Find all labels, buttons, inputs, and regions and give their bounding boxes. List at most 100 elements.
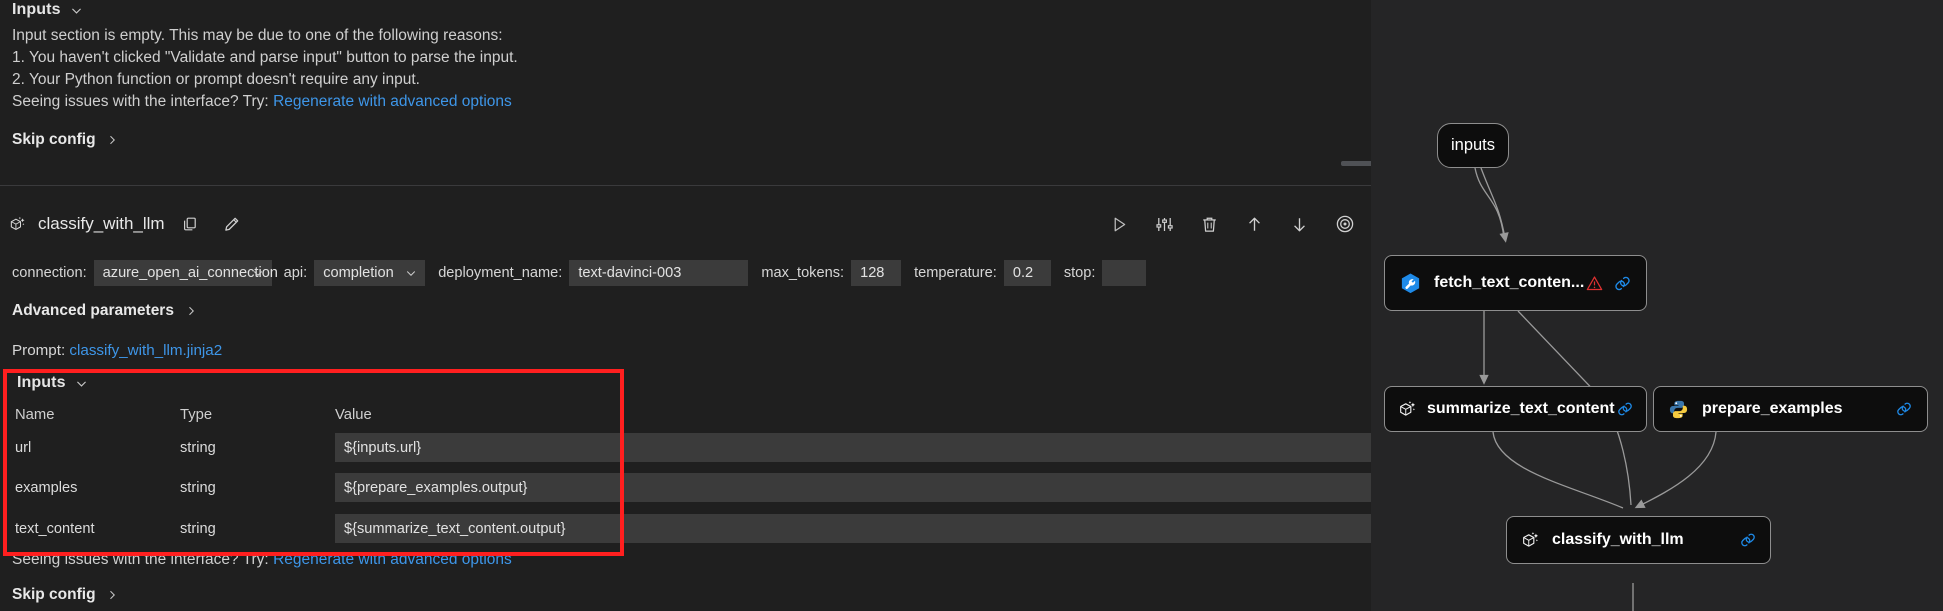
- graph-node-inputs-label: inputs: [1450, 136, 1496, 154]
- api-select-value: completion: [323, 265, 394, 281]
- run-icon[interactable]: [1110, 215, 1129, 234]
- prompt-flow-editor: Inputs Input section is empty. This may …: [0, 0, 1943, 611]
- warning-icon[interactable]: [1586, 275, 1603, 292]
- input-row-type: string: [180, 520, 216, 537]
- bottom-regenerate-advanced-options-link[interactable]: Regenerate with advanced options: [273, 551, 512, 568]
- temperature-value: 0.2: [1012, 265, 1034, 281]
- advanced-parameters-toggle[interactable]: Advanced parameters: [12, 302, 197, 320]
- max-tokens-value: 128: [860, 265, 885, 281]
- node-params-row: connection: azure_open_ai_connection api…: [12, 260, 1147, 286]
- graph-node-fetch-text-content-label: fetch_text_conten...: [1434, 274, 1585, 291]
- node-name-label: classify_with_llm: [38, 214, 165, 233]
- input-row-value-field[interactable]: ${summarize_text_content.output}: [335, 514, 1371, 543]
- graph-node-summarize-text-content-label: summarize_text_content: [1427, 400, 1615, 417]
- node-inputs-title: Inputs: [17, 374, 66, 391]
- deployment-name-input[interactable]: text-davinci-003: [569, 260, 749, 286]
- regenerate-advanced-options-link[interactable]: Regenerate with advanced options: [273, 93, 512, 110]
- llm-node-icon: [8, 215, 27, 234]
- link-icon[interactable]: [1616, 400, 1634, 418]
- prompt-file-link[interactable]: classify_with_llm.jinja2: [69, 342, 222, 359]
- input-row-name: examples: [15, 479, 78, 496]
- graph-node-classify-with-llm-label: classify_with_llm: [1552, 531, 1684, 548]
- chevron-down-icon[interactable]: [75, 377, 88, 390]
- section-divider: [0, 185, 1371, 186]
- arrow-down-icon[interactable]: [1290, 215, 1309, 234]
- input-row-value-container: ${summarize_text_content.output}: [335, 514, 1371, 543]
- inputs-section-header[interactable]: Inputs: [12, 1, 83, 19]
- input-row-name: text_content: [15, 520, 95, 537]
- param-label-max-tokens: max_tokens:: [761, 265, 845, 281]
- table-row: examples string ${prepare_examples.outpu…: [15, 473, 1371, 502]
- param-label-connection: connection:: [12, 265, 87, 281]
- graph-node-prepare-examples-label: prepare_examples: [1702, 400, 1843, 417]
- inputs-empty-line-1: 1. You haven't clicked "Validate and par…: [12, 49, 518, 66]
- horizontal-scrollbar[interactable]: [1341, 161, 1371, 166]
- prompt-row: Prompt: classify_with_llm.jinja2: [12, 342, 222, 359]
- inputs-section-title: Inputs: [12, 1, 61, 18]
- skip-config-bottom-label: Skip config: [12, 586, 96, 603]
- inputs-issues-row: Seeing issues with the interface? Try: R…: [12, 91, 512, 113]
- param-label-stop: stop:: [1063, 265, 1096, 281]
- sliders-icon[interactable]: [1155, 215, 1174, 234]
- trash-icon[interactable]: [1200, 215, 1219, 234]
- chevron-down-icon: [252, 267, 264, 279]
- link-icon[interactable]: [1739, 531, 1757, 549]
- input-row-value-container: ${inputs.url}: [335, 433, 1371, 462]
- issues-prefix-text: Seeing issues with the interface? Try:: [12, 93, 269, 110]
- bottom-issues-row: Seeing issues with the interface? Try: R…: [12, 549, 512, 571]
- chevron-right-icon[interactable]: [106, 134, 118, 146]
- table-row: text_content string ${summarize_text_con…: [15, 514, 1371, 543]
- bottom-issues-prefix: Seeing issues with the interface? Try:: [12, 551, 269, 568]
- stop-input[interactable]: [1102, 260, 1147, 286]
- table-row: url string ${inputs.url}: [15, 433, 1371, 462]
- arrow-up-icon[interactable]: [1245, 215, 1264, 234]
- llm-icon: [1520, 530, 1541, 551]
- chevron-down-icon[interactable]: [70, 4, 83, 17]
- skip-config-top[interactable]: Skip config: [12, 131, 118, 149]
- chevron-down-icon: [405, 267, 417, 279]
- node-inputs-column-headers: Name Type Value: [15, 407, 1355, 423]
- connection-select[interactable]: azure_open_ai_connection: [93, 260, 278, 286]
- input-row-value-field[interactable]: ${inputs.url}: [335, 433, 1371, 462]
- column-header-type: Type: [180, 407, 213, 423]
- flow-graph-panel: inputs fetch_text_conten... summarize_te…: [1371, 0, 1943, 611]
- node-header: classify_with_llm: [0, 208, 1371, 240]
- input-row-name: url: [15, 439, 32, 456]
- prompt-label: Prompt:: [12, 342, 66, 359]
- input-row-type: string: [180, 439, 216, 456]
- node-toolbar: [1110, 214, 1355, 234]
- inputs-empty-line-2: 2. Your Python function or prompt doesn'…: [12, 71, 420, 88]
- node-inputs-header[interactable]: Inputs: [17, 374, 88, 392]
- graph-node-classify-with-llm[interactable]: classify_with_llm: [1506, 516, 1771, 564]
- column-header-name: Name: [15, 407, 55, 423]
- column-header-value: Value: [335, 407, 372, 423]
- input-row-type: string: [180, 479, 216, 496]
- llm-icon: [1397, 399, 1418, 420]
- tool-icon: [1399, 272, 1422, 295]
- link-icon[interactable]: [1895, 400, 1913, 418]
- graph-node-inputs[interactable]: inputs: [1437, 123, 1509, 168]
- deployment-name-value: text-davinci-003: [578, 265, 682, 281]
- copy-icon[interactable]: [182, 216, 198, 232]
- target-icon[interactable]: [1335, 214, 1355, 234]
- skip-config-top-label: Skip config: [12, 131, 96, 148]
- param-label-api: api:: [283, 265, 308, 281]
- param-label-temperature: temperature:: [914, 265, 997, 281]
- input-row-value-container: ${prepare_examples.output}: [335, 473, 1371, 502]
- node-config-panel: Inputs Input section is empty. This may …: [0, 0, 1371, 611]
- input-row-value-field[interactable]: ${prepare_examples.output}: [335, 473, 1371, 502]
- chevron-right-icon[interactable]: [185, 305, 197, 317]
- max-tokens-input[interactable]: 128: [851, 260, 902, 286]
- skip-config-bottom[interactable]: Skip config: [12, 586, 118, 604]
- api-select[interactable]: completion: [314, 260, 426, 286]
- graph-node-summarize-text-content[interactable]: summarize_text_content: [1384, 386, 1647, 432]
- graph-node-prepare-examples[interactable]: prepare_examples: [1653, 386, 1928, 432]
- inputs-empty-line-0: Input section is empty. This may be due …: [12, 27, 503, 44]
- advanced-parameters-label: Advanced parameters: [12, 302, 174, 319]
- chevron-right-icon[interactable]: [106, 589, 118, 601]
- temperature-input[interactable]: 0.2: [1003, 260, 1051, 286]
- link-icon[interactable]: [1613, 274, 1632, 293]
- graph-node-fetch-text-content[interactable]: fetch_text_conten...: [1384, 255, 1647, 311]
- python-icon: [1668, 399, 1689, 420]
- pencil-icon[interactable]: [223, 216, 240, 233]
